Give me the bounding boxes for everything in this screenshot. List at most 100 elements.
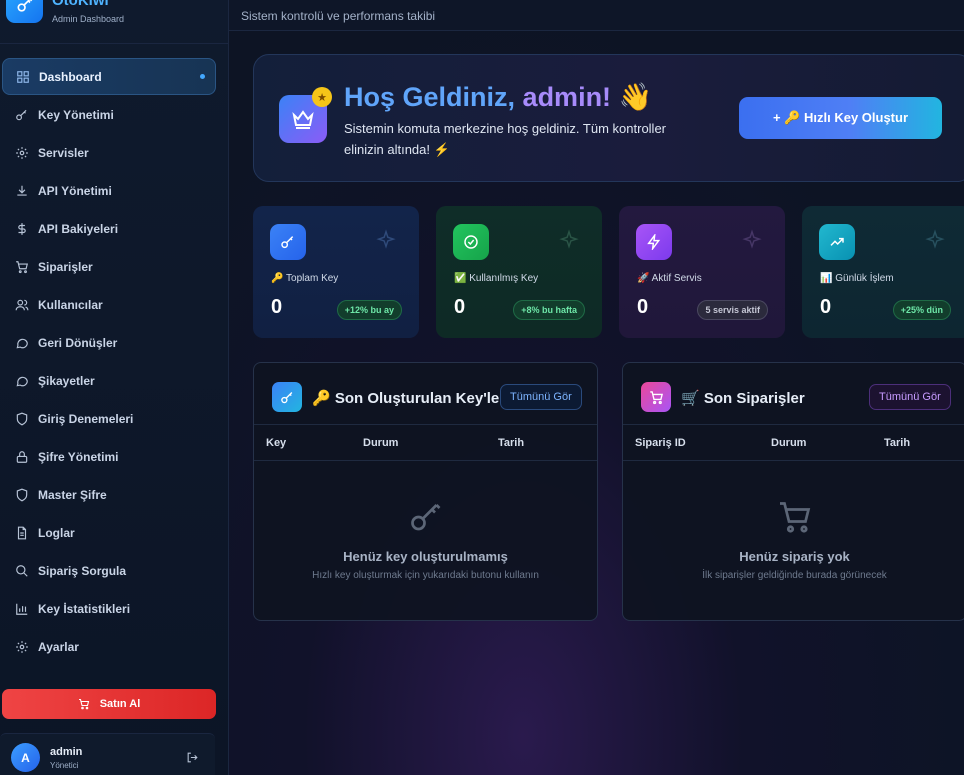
sparkle-icon — [375, 229, 397, 256]
download-icon — [14, 183, 30, 199]
key-icon — [14, 107, 30, 123]
column-header: Sipariş ID — [635, 437, 686, 449]
cart-icon — [78, 698, 90, 710]
brand: OtoKiwi Admin Dashboard — [0, 0, 228, 44]
sidebar-item-api-bakiyeleri[interactable]: API Bakiyeleri — [0, 210, 229, 248]
stat-badge: +12% bu ay — [336, 300, 402, 320]
sidebar-item-siparis-sorgula[interactable]: Sipariş Sorgula — [0, 552, 229, 590]
recent-keys-panel: 🔑 Son Oluşturulan Key'ler Tümünü Gör Key… — [253, 362, 598, 621]
sparkle-icon — [741, 229, 763, 256]
bar-chart-icon — [14, 601, 30, 617]
stat-card-active-services: 🚀 Aktif Servis 0 5 servis aktif — [619, 206, 785, 338]
sparkle-icon — [924, 229, 946, 256]
sidebar-item-loglar[interactable]: Loglar — [0, 514, 229, 552]
sidebar-item-key-istatistikleri[interactable]: Key İstatistikleri — [0, 590, 229, 628]
sidebar-item-geri-donusler[interactable]: Geri Dönüşler — [0, 324, 229, 362]
column-header: Tarih — [498, 437, 525, 449]
sidebar-item-label: Master Şifre — [38, 488, 107, 502]
cart-icon — [777, 499, 813, 540]
quick-key-button[interactable]: + 🔑 Hızlı Key Oluştur — [739, 97, 942, 139]
brand-name: OtoKiwi — [52, 0, 109, 9]
user-card: A admin Yönetici — [0, 733, 215, 775]
stat-value: 0 — [271, 296, 283, 318]
sidebar-item-giris-denemeleri[interactable]: Giriş Denemeleri — [0, 400, 229, 438]
stat-value: 0 — [820, 296, 832, 318]
grid-icon — [15, 69, 31, 85]
stat-label: 🚀 Aktif Servis — [637, 273, 702, 284]
users-icon — [14, 297, 30, 313]
cart-icon — [641, 382, 671, 412]
trending-up-icon — [819, 224, 855, 260]
main-content: Sistem kontrolü ve performans takibi ★ H… — [229, 0, 964, 775]
stat-card-daily-transactions: 📊 Günlük İşlem 0 +25% dün — [802, 206, 964, 338]
stat-value: 0 — [637, 296, 649, 318]
key-icon — [408, 499, 444, 540]
welcome-card: ★ Hoş Geldiniz, admin! 👋 Sistemin komuta… — [253, 54, 964, 182]
avatar: A — [11, 743, 40, 772]
table-header: Sipariş ID Durum Tarih — [623, 425, 964, 461]
user-name: admin — [50, 746, 83, 758]
key-logo-icon — [6, 0, 43, 23]
welcome-title-part2: admin! — [522, 82, 612, 112]
shield-icon — [14, 411, 30, 427]
stat-badge: 5 servis aktif — [697, 300, 768, 320]
sidebar-item-label: Key Yönetimi — [38, 108, 114, 122]
check-circle-icon — [453, 224, 489, 260]
sidebar-item-ayarlar[interactable]: Ayarlar — [0, 628, 229, 666]
chat-icon — [14, 335, 30, 351]
stat-label: 🔑 Toplam Key — [271, 273, 339, 284]
panel-header: 🛒 Son Siparişler Tümünü Gör — [623, 363, 964, 425]
welcome-description: Sistemin komuta merkezine hoş geldiniz. … — [344, 121, 667, 157]
sidebar-item-api-yonetimi[interactable]: API Yönetimi — [0, 172, 229, 210]
sidebar-item-label: API Yönetimi — [38, 184, 112, 198]
sidebar-item-sikayetler[interactable]: Şikayetler — [0, 362, 229, 400]
key-icon — [272, 382, 302, 412]
shield-icon — [14, 487, 30, 503]
sidebar-item-label: Servisler — [38, 146, 89, 160]
sidebar-item-label: Loglar — [38, 526, 75, 540]
welcome-title-part1: Hoş Geldiniz, — [344, 82, 516, 112]
sidebar-item-label: Siparişler — [38, 260, 93, 274]
sparkle-icon — [558, 229, 580, 256]
panel-header: 🔑 Son Oluşturulan Key'ler Tümünü Gör — [254, 363, 597, 425]
see-all-keys-button[interactable]: Tümünü Gör — [500, 384, 582, 410]
sidebar-nav: Dashboard Key Yönetimi Servisler API Yön… — [0, 58, 229, 666]
stat-badge: +25% dün — [892, 300, 951, 320]
lock-icon — [14, 449, 30, 465]
stat-card-used-keys: ✅ Kullanılmış Key 0 +8% bu hafta — [436, 206, 602, 338]
sidebar: OtoKiwi Admin Dashboard Dashboard Key Yö… — [0, 0, 229, 775]
column-header: Durum — [771, 437, 807, 449]
sidebar-item-kullanicilar[interactable]: Kullanıcılar — [0, 286, 229, 324]
panel-title: 🛒 Son Siparişler — [681, 390, 805, 407]
stat-value: 0 — [454, 296, 466, 318]
buy-button-label: Satın Al — [99, 698, 141, 710]
page-subtitle: Sistem kontrolü ve performans takibi — [241, 9, 436, 23]
logout-icon[interactable] — [186, 751, 199, 769]
sidebar-item-servisler[interactable]: Servisler — [0, 134, 229, 172]
sidebar-item-siparisler[interactable]: Siparişler — [0, 248, 229, 286]
active-indicator — [200, 74, 205, 79]
sidebar-item-sifre-yonetimi[interactable]: Şifre Yönetimi — [0, 438, 229, 476]
table-header: Key Durum Tarih — [254, 425, 597, 461]
sidebar-item-label: Key İstatistikleri — [38, 602, 131, 616]
sidebar-item-key-yonetimi[interactable]: Key Yönetimi — [0, 96, 229, 134]
column-header: Key — [266, 437, 287, 449]
key-icon — [270, 224, 306, 260]
sidebar-item-label: Şifre Yönetimi — [38, 450, 119, 464]
sidebar-item-label: Sipariş Sorgula — [38, 564, 127, 578]
star-icon: ★ — [312, 87, 332, 107]
file-icon — [14, 525, 30, 541]
buy-button[interactable]: Satın Al — [2, 689, 216, 719]
sidebar-item-label: Giriş Denemeleri — [38, 412, 134, 426]
empty-state-title: Henüz key oluşturulmamış — [343, 549, 508, 564]
sidebar-item-master-sifre[interactable]: Master Şifre — [0, 476, 229, 514]
gear-icon — [14, 145, 30, 161]
see-all-orders-button[interactable]: Tümünü Gör — [869, 384, 951, 410]
chat-icon — [14, 373, 30, 389]
wave-icon: 👋 — [618, 82, 653, 112]
empty-state-subtitle: İlk siparişler geldiğinde burada görünec… — [702, 570, 887, 581]
column-header: Tarih — [884, 437, 911, 449]
sidebar-item-dashboard[interactable]: Dashboard — [2, 58, 216, 95]
column-header: Durum — [363, 437, 399, 449]
sidebar-item-label: Geri Dönüşler — [38, 336, 118, 350]
